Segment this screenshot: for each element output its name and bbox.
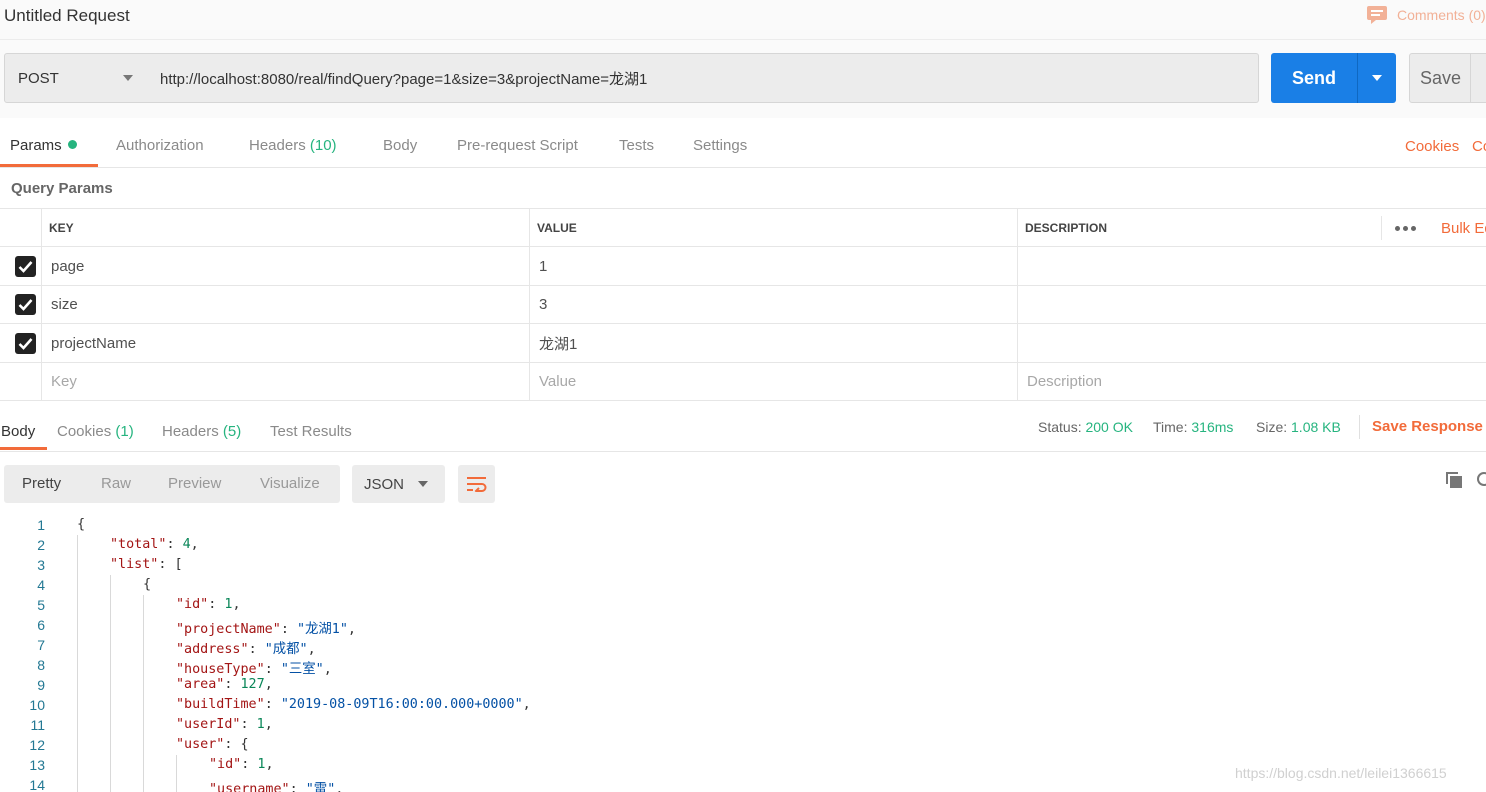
view-pretty[interactable]: Pretty	[22, 475, 61, 492]
view-preview[interactable]: Preview	[168, 475, 221, 492]
title-bar: Untitled Request Comments (0)	[0, 0, 1486, 40]
view-raw[interactable]: Raw	[101, 475, 131, 492]
save-divider	[1470, 54, 1471, 102]
response-tab-headers[interactable]: Headers (5)	[162, 423, 241, 440]
description-column-header: DESCRIPTION	[1025, 220, 1108, 235]
new-description-input[interactable]: Description	[1027, 363, 1102, 400]
comments-label: Comments (0)	[1397, 7, 1486, 23]
comment-icon	[1367, 6, 1387, 24]
param-value[interactable]: 3	[539, 286, 547, 323]
tab-headers-label: Headers	[249, 137, 306, 154]
size-value: 1.08 KB	[1291, 419, 1341, 435]
chevron-down-icon	[123, 75, 133, 81]
status-label: Status:	[1038, 419, 1082, 435]
format-select[interactable]: JSON	[352, 465, 445, 503]
indent-guide	[176, 755, 177, 792]
view-mode-bar: Pretty Raw Preview Visualize	[4, 465, 340, 503]
tab-tests[interactable]: Tests	[619, 137, 654, 154]
time-value: 316ms	[1191, 419, 1234, 435]
key-column-header: KEY	[49, 220, 74, 235]
send-button[interactable]: Send	[1271, 53, 1396, 103]
url-input[interactable]: http://localhost:8080/real/findQuery?pag…	[147, 53, 1259, 103]
param-key[interactable]: size	[51, 286, 78, 323]
param-row: size 3	[0, 285, 1486, 323]
response-headers-label: Headers	[162, 423, 219, 440]
comments-button[interactable]: Comments (0)	[1367, 6, 1486, 24]
param-key[interactable]: projectName	[51, 324, 136, 362]
response-header: Body Cookies (1) Headers (5) Test Result…	[0, 400, 1486, 452]
indent-guide	[143, 595, 144, 792]
param-checkbox[interactable]	[15, 294, 36, 315]
headers-count: (10)	[309, 137, 337, 154]
size-info: Size: 1.08 KB	[1256, 419, 1341, 435]
query-params-title: Query Params	[11, 180, 113, 197]
cookies-link[interactable]: Cookies	[1405, 138, 1459, 155]
param-row: projectName 龙湖1	[0, 323, 1486, 362]
tab-params[interactable]: Params	[10, 137, 77, 154]
params-active-dot	[67, 140, 77, 149]
param-value[interactable]: 1	[539, 247, 547, 285]
response-tab-test-results[interactable]: Test Results	[270, 423, 352, 440]
tab-headers[interactable]: Headers (10)	[249, 137, 337, 154]
tab-settings[interactable]: Settings	[693, 137, 747, 154]
status-info: Status: 200 OK	[1038, 419, 1133, 435]
tab-prerequest-script[interactable]: Pre-request Script	[457, 137, 578, 154]
url-bar: POST http://localhost:8080/real/findQuer…	[0, 40, 1486, 118]
format-value: JSON	[364, 475, 405, 493]
time-info: Time: 316ms	[1153, 419, 1233, 435]
tab-body[interactable]: Body	[383, 137, 417, 154]
watermark: https://blog.csdn.net/leilei1366615	[1235, 765, 1447, 781]
code-link[interactable]: Code	[1472, 138, 1486, 155]
param-checkbox[interactable]	[15, 333, 36, 354]
size-label: Size:	[1256, 419, 1288, 435]
checkmark-icon	[18, 299, 33, 311]
more-options-icon[interactable]	[1395, 226, 1416, 231]
param-row: page 1	[0, 246, 1486, 285]
param-new-row: Key Value Description	[0, 362, 1486, 400]
tab-authorization[interactable]: Authorization	[116, 137, 204, 154]
save-button[interactable]: Save	[1409, 53, 1486, 103]
response-headers-count: (5)	[222, 423, 242, 440]
tab-params-label: Params	[10, 137, 62, 154]
wrap-lines-button[interactable]	[458, 465, 495, 503]
request-title[interactable]: Untitled Request	[4, 6, 130, 26]
copy-icon[interactable]	[1445, 471, 1463, 493]
chevron-down-icon	[418, 481, 428, 487]
method-value: POST	[18, 69, 59, 87]
param-value[interactable]: 龙湖1	[539, 324, 577, 362]
response-tab-cookies[interactable]: Cookies (1)	[57, 423, 134, 440]
view-visualize[interactable]: Visualize	[260, 475, 320, 492]
send-options-button[interactable]	[1358, 75, 1396, 81]
save-response-button[interactable]: Save Response	[1372, 418, 1483, 435]
value-column-header: VALUE	[537, 220, 577, 235]
response-cookies-label: Cookies	[57, 423, 112, 440]
method-select[interactable]: POST	[4, 53, 148, 103]
new-key-input[interactable]: Key	[51, 363, 77, 400]
active-tab-indicator	[0, 164, 98, 167]
save-label: Save	[1420, 67, 1462, 88]
wrap-icon	[466, 477, 486, 492]
meta-divider	[1359, 415, 1360, 439]
checkmark-icon	[18, 261, 33, 273]
param-checkbox[interactable]	[15, 256, 36, 277]
chevron-down-icon	[1372, 75, 1382, 81]
send-label: Send	[1291, 67, 1336, 88]
search-icon[interactable]	[1476, 471, 1486, 493]
bulk-edit-link[interactable]: Bulk Edit	[1441, 220, 1486, 237]
request-tabs: Params Authorization Headers (10) Body P…	[0, 118, 1486, 168]
active-response-tab-indicator	[0, 447, 47, 450]
response-tab-body[interactable]: Body	[1, 423, 35, 440]
new-value-input[interactable]: Value	[539, 363, 576, 400]
params-header-row: KEY VALUE DESCRIPTION Bulk Edit	[0, 208, 1486, 246]
checkmark-icon	[18, 338, 33, 350]
param-key[interactable]: page	[51, 247, 84, 285]
time-label: Time:	[1153, 419, 1188, 435]
indent-guide	[77, 535, 78, 792]
response-cookies-count: (1)	[115, 423, 134, 440]
status-value: 200 OK	[1085, 419, 1133, 435]
indent-guide	[110, 575, 111, 792]
